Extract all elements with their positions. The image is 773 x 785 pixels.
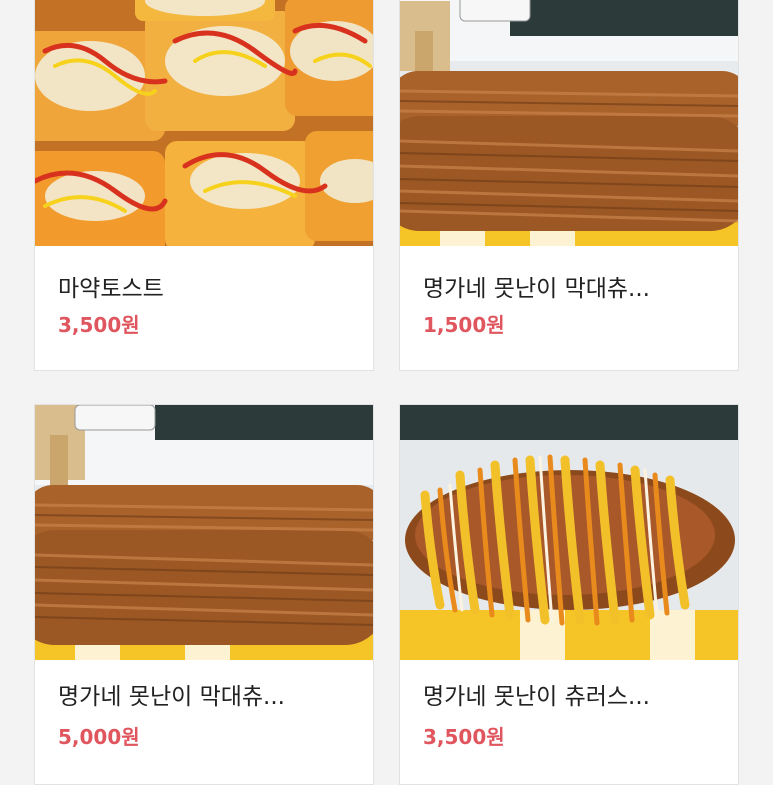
product-price: 3,500원 <box>58 313 140 337</box>
sauced-churro-photo <box>400 405 738 660</box>
toast-photo <box>35 0 373 246</box>
product-image-toast[interactable] <box>35 0 373 246</box>
product-image-churro[interactable] <box>400 0 738 246</box>
product-grid: 마약토스트 3,500원 명가네 못난이 막대츄... 1,500원 명가네 못… <box>0 0 773 785</box>
product-name: 명가네 못난이 츄러스... <box>423 684 650 710</box>
product-card[interactable]: 명가네 못난이 막대츄... 1,500원 <box>399 0 739 371</box>
product-card[interactable]: 마약토스트 3,500원 <box>34 0 374 371</box>
product-price: 1,500원 <box>423 313 505 337</box>
churro-photo <box>400 0 738 246</box>
product-price: 5,000원 <box>58 725 140 749</box>
churro-set-photo <box>35 405 373 660</box>
product-price: 3,500원 <box>423 725 505 749</box>
product-name: 명가네 못난이 막대츄... <box>423 276 650 302</box>
product-name: 마약토스트 <box>58 276 164 302</box>
product-image-churro-set[interactable] <box>35 405 373 660</box>
product-card[interactable]: 명가네 못난이 막대츄... 5,000원 <box>34 404 374 785</box>
product-name: 명가네 못난이 막대츄... <box>58 684 285 710</box>
product-image-sauced-churro[interactable] <box>400 405 738 660</box>
product-card[interactable]: 명가네 못난이 츄러스... 3,500원 <box>399 404 739 785</box>
